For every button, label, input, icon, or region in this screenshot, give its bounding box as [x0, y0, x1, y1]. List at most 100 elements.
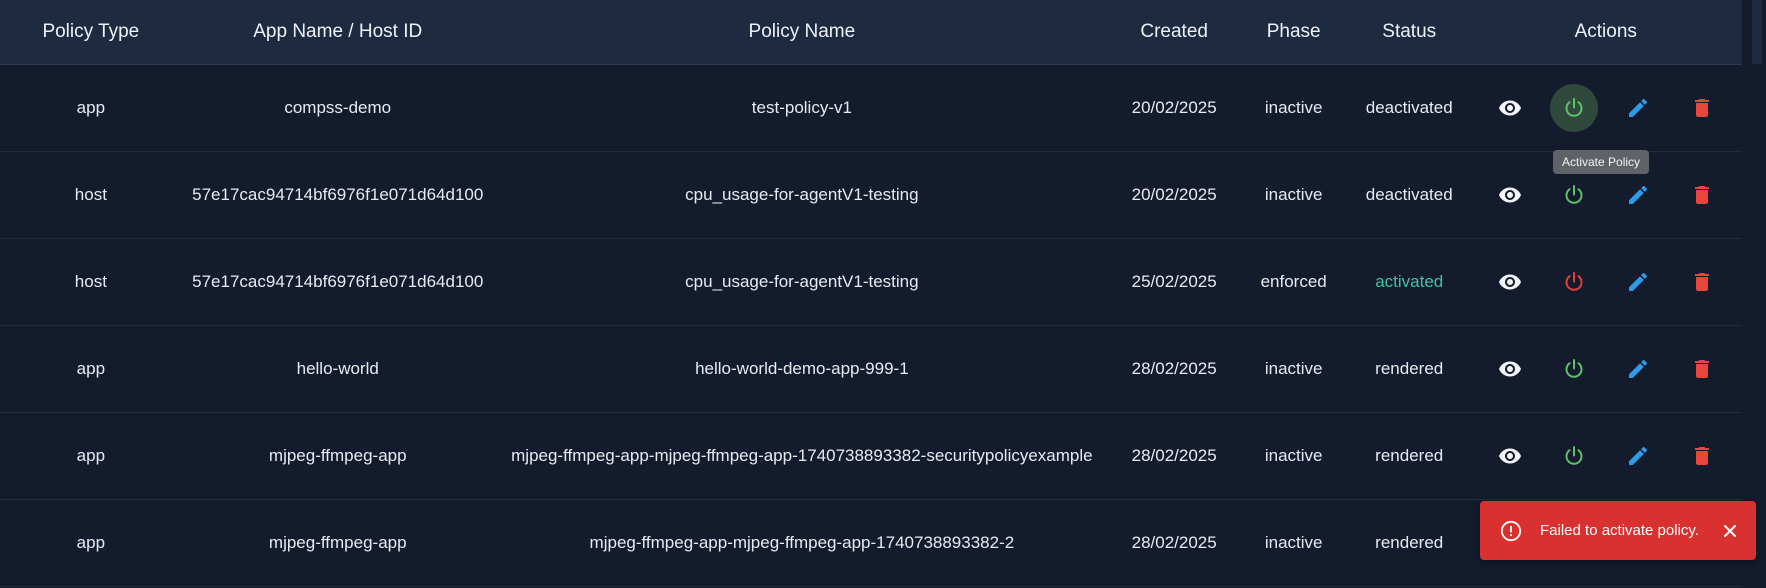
created-cell: 20/02/2025 [1131, 98, 1217, 117]
phase-cell: inactive [1264, 359, 1323, 378]
header-status[interactable]: Status [1349, 21, 1469, 43]
phase-cell: inactive [1264, 98, 1323, 117]
edit-button[interactable] [1614, 258, 1662, 306]
power-icon [1562, 270, 1586, 294]
policy-type-cell: app [76, 98, 106, 117]
edit-button[interactable] [1614, 432, 1662, 480]
actions-cell [1469, 171, 1742, 219]
status-cell: deactivated [1365, 185, 1453, 204]
actions-cell [1469, 84, 1742, 132]
edit-button[interactable] [1614, 345, 1662, 393]
trash-icon [1690, 357, 1714, 381]
close-icon[interactable] [1722, 523, 1738, 539]
power-icon [1562, 96, 1586, 120]
error-toast: Failed to activate policy. [1480, 501, 1756, 560]
policy-type-cell: host [74, 185, 107, 204]
eye-icon [1498, 96, 1522, 120]
trash-icon [1690, 183, 1714, 207]
view-button[interactable] [1486, 258, 1534, 306]
table-header: Policy Type App Name / Host ID Policy Na… [0, 0, 1742, 65]
policy-name-cell: mjpeg-ffmpeg-app-mjpeg-ffmpeg-app-174073… [589, 533, 1015, 552]
scrollbar-thumb[interactable] [1752, 0, 1762, 64]
toast-message: Failed to activate policy. [1540, 522, 1699, 539]
power-button[interactable] [1550, 258, 1598, 306]
phase-cell: inactive [1264, 533, 1323, 552]
created-cell: 28/02/2025 [1131, 359, 1217, 378]
delete-button[interactable] [1678, 432, 1726, 480]
policy-type-cell: app [76, 446, 106, 465]
power-button[interactable] [1550, 432, 1598, 480]
header-policy-type[interactable]: Policy Type [0, 21, 182, 43]
power-button[interactable] [1550, 171, 1598, 219]
view-button[interactable] [1486, 84, 1534, 132]
phase-cell: enforced [1260, 272, 1327, 291]
header-phase[interactable]: Phase [1238, 21, 1349, 43]
header-actions: Actions [1574, 21, 1637, 42]
power-icon [1562, 444, 1586, 468]
delete-button[interactable] [1678, 258, 1726, 306]
delete-button[interactable] [1678, 171, 1726, 219]
edit-button[interactable] [1614, 171, 1662, 219]
eye-icon [1498, 357, 1522, 381]
delete-button[interactable] [1678, 345, 1726, 393]
power-icon [1562, 357, 1586, 381]
policy-name-cell: cpu_usage-for-agentV1-testing [685, 185, 919, 204]
actions-cell [1469, 345, 1742, 393]
pencil-icon [1626, 444, 1650, 468]
phase-cell: inactive [1264, 185, 1323, 204]
created-cell: 25/02/2025 [1131, 272, 1217, 291]
error-circle-icon [1500, 520, 1522, 542]
edit-button[interactable] [1614, 84, 1662, 132]
created-cell: 28/02/2025 [1131, 533, 1217, 552]
trash-icon [1690, 270, 1714, 294]
header-created[interactable]: Created [1110, 21, 1238, 43]
policy-type-cell: host [74, 272, 107, 291]
trash-icon [1690, 444, 1714, 468]
policy-type-cell: app [76, 359, 106, 378]
view-button[interactable] [1486, 432, 1534, 480]
trash-icon [1690, 96, 1714, 120]
scrollbar[interactable] [1742, 0, 1766, 588]
phase-cell: inactive [1264, 446, 1323, 465]
status-cell: rendered [1375, 446, 1444, 465]
status-cell: activated [1375, 272, 1444, 291]
table-row: app mjpeg-ffmpeg-app mjpeg-ffmpeg-app-mjpe… [0, 413, 1742, 500]
created-cell: 28/02/2025 [1131, 446, 1217, 465]
app-host-cell: mjpeg-ffmpeg-app [268, 533, 407, 552]
actions-cell [1469, 258, 1742, 306]
policy-name-cell: hello-world-demo-app-999-1 [695, 359, 909, 378]
pencil-icon [1626, 183, 1650, 207]
power-button[interactable] [1550, 345, 1598, 393]
view-button[interactable] [1486, 171, 1534, 219]
table-row: host 57e17cac94714bf6976f1e071d64d100 cpu_… [0, 239, 1742, 326]
eye-icon [1498, 183, 1522, 207]
header-app-host[interactable]: App Name / Host ID [182, 21, 494, 43]
table-row: host 57e17cac94714bf6976f1e071d64d100 cpu_… [0, 152, 1742, 239]
pencil-icon [1626, 96, 1650, 120]
eye-icon [1498, 444, 1522, 468]
app-host-cell: 57e17cac94714bf6976f1e071d64d100 [192, 185, 484, 204]
view-button[interactable] [1486, 345, 1534, 393]
status-cell: deactivated [1365, 98, 1453, 117]
pencil-icon [1626, 357, 1650, 381]
pencil-icon [1626, 270, 1650, 294]
table-row: app hello-world hello-world-demo-app-999-1… [0, 326, 1742, 413]
power-icon [1562, 183, 1586, 207]
delete-button[interactable] [1678, 84, 1726, 132]
created-cell: 20/02/2025 [1131, 185, 1217, 204]
table-row: app compss-demo test-policy-v1 20/02/2025 in… [0, 65, 1742, 152]
policy-name-cell: mjpeg-ffmpeg-app-mjpeg-ffmpeg-app-174073… [511, 446, 1093, 465]
header-policy-name[interactable]: Policy Name [494, 21, 1110, 43]
actions-cell [1469, 432, 1742, 480]
policies-page: Policy Type App Name / Host ID Policy Na… [0, 0, 1766, 588]
status-cell: rendered [1375, 533, 1444, 552]
app-host-cell: 57e17cac94714bf6976f1e071d64d100 [192, 272, 484, 291]
status-cell: rendered [1375, 359, 1444, 378]
app-host-cell: hello-world [296, 359, 379, 378]
policy-name-cell: cpu_usage-for-agentV1-testing [685, 272, 919, 291]
eye-icon [1498, 270, 1522, 294]
policy-type-cell: app [76, 533, 106, 552]
power-button[interactable] [1549, 84, 1598, 132]
policy-name-cell: test-policy-v1 [751, 98, 852, 117]
app-host-cell: compss-demo [284, 98, 392, 117]
